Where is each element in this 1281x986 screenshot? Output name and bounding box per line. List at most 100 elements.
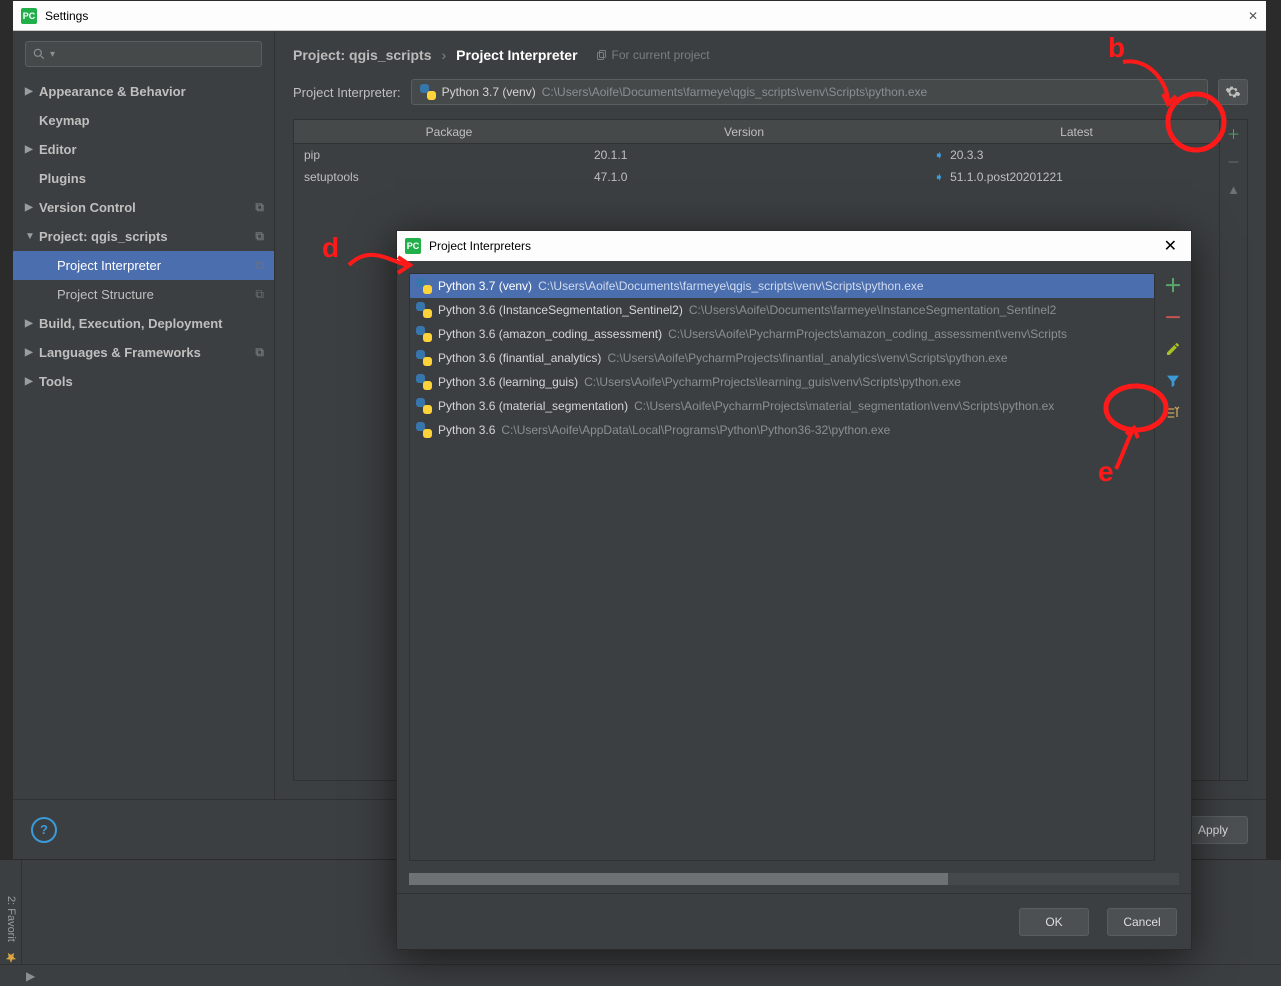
settings-tree: ▶Appearance & BehaviorKeymap▶EditorPlugi… [13,75,274,799]
interpreter-label: Project Interpreter: [293,85,401,100]
pi-title: Project Interpreters [429,239,1158,253]
expand-icon: ▶ [25,347,39,358]
pi-filter-button[interactable] [1163,371,1183,391]
pi-item-path: C:\Users\Aoife\PycharmProjects\amazon_co… [668,327,1067,341]
sidebar-item[interactable]: Project Interpreter⧉ [13,251,274,280]
sidebar-item[interactable]: ▼Project: qgis_scripts ⧉ [13,222,274,251]
expand-icon: ▶ [25,318,39,329]
pi-item-name: Python 3.6 (finantial_analytics) [438,351,601,365]
packages-col-version[interactable]: Version [594,125,894,139]
search-icon [32,47,46,61]
pi-item-path: C:\Users\Aoife\Documents\farmeye\qgis_sc… [538,279,924,293]
settings-sidebar: ▾ ▶Appearance & BehaviorKeymap▶EditorPlu… [13,31,275,799]
copy-icon: ⧉ [255,345,264,360]
sidebar-item[interactable]: Project Structure ⧉ [13,280,274,309]
python-icon [416,374,432,390]
settings-close-icon[interactable]: ✕ [1248,9,1258,23]
python-icon [416,278,432,294]
sidebar-item[interactable]: ▶Languages & Frameworks ⧉ [13,338,274,367]
sidebar-item[interactable]: ▶Build, Execution, Deployment [13,309,274,338]
sidebar-item-label: Editor [39,142,77,157]
update-arrow-icon: ➧ [934,148,944,162]
interpreter-selected-name: Python 3.7 (venv) [442,85,536,99]
cell-latest: ➧20.3.3 [894,148,1219,162]
update-arrow-icon: ➧ [934,170,944,184]
cell-version: 20.1.1 [594,148,894,162]
interpreter-settings-button[interactable] [1218,79,1248,105]
pi-item-name: Python 3.6 (material_segmentation) [438,399,628,413]
pi-add-button[interactable]: ＋ [1163,275,1183,295]
favorites-tool-tab[interactable]: 2: Favorit [0,860,22,964]
cell-latest: ➧51.1.0.post20201221 [894,170,1219,184]
pi-list-item[interactable]: Python 3.6 (learning_guis)C:\Users\Aoife… [410,370,1154,394]
pycharm-icon: PC [21,8,37,24]
python-icon [416,326,432,342]
pi-list-item[interactable]: Python 3.6 (InstanceSegmentation_Sentine… [410,298,1154,322]
upgrade-package-button[interactable]: ▲ [1225,180,1243,198]
sidebar-item-label: Build, Execution, Deployment [39,316,222,331]
breadcrumb-project: Project: qgis_scripts [293,47,432,63]
interpreter-selected-path: C:\Users\Aoife\Documents\farmeye\qgis_sc… [542,85,928,99]
expand-icon: ▶ [25,144,39,155]
pycharm-icon: PC [405,238,421,254]
packages-col-latest[interactable]: Latest [894,125,1219,139]
settings-search-input[interactable]: ▾ [25,41,262,67]
sidebar-item[interactable]: Keymap [13,106,274,135]
copy-icon: ⧉ [255,287,264,302]
sidebar-item-label: Project Structure [57,287,154,302]
pi-list-item[interactable]: Python 3.6 (amazon_coding_assessment)C:\… [410,322,1154,346]
pi-footer: OK Cancel [397,893,1191,949]
copy-icon: ⧉ [255,229,264,244]
pi-edit-button[interactable] [1163,339,1183,359]
pi-item-name: Python 3.6 (learning_guis) [438,375,578,389]
sidebar-item[interactable]: ▶Appearance & Behavior [13,77,274,106]
table-row[interactable]: pip20.1.1➧20.3.3 [294,144,1219,166]
python-icon [416,350,432,366]
pi-item-path: C:\Users\Aoife\Documents\farmeye\Instanc… [689,303,1057,317]
sidebar-item[interactable]: ▶Tools [13,367,274,396]
sidebar-item-label: Keymap [39,113,90,128]
pi-show-paths-button[interactable] [1163,403,1183,423]
sidebar-item-label: Version Control [39,200,136,215]
project-interpreters-dialog: PC Project Interpreters ✕ Python 3.7 (ve… [396,230,1192,950]
interpreter-select[interactable]: Python 3.7 (venv) C:\Users\Aoife\Documen… [411,79,1208,105]
pi-interpreter-list[interactable]: Python 3.7 (venv) C:\Users\Aoife\Document… [409,273,1155,861]
pi-item-path: C:\Users\Aoife\PycharmProjects\finantial… [607,351,1007,365]
expand-icon: ▶ [25,86,39,97]
sidebar-item-label: Project: qgis_scripts [39,229,168,244]
help-button[interactable]: ? [31,817,57,843]
sidebar-item-label: Tools [39,374,73,389]
sidebar-item[interactable]: Plugins [13,164,274,193]
pi-item-name: Python 3.7 (venv) [438,279,532,293]
add-package-button[interactable]: ＋ [1225,124,1243,142]
pi-item-name: Python 3.6 [438,423,495,437]
pi-item-path: C:\Users\Aoife\PycharmProjects\material_… [634,399,1054,413]
pi-cancel-button[interactable]: Cancel [1107,908,1177,936]
settings-titlebar: PC Settings ✕ [13,1,1266,31]
pi-close-icon[interactable]: ✕ [1158,236,1183,256]
pi-list-item[interactable]: Python 3.6 (material_segmentation) C:\Use… [410,394,1154,418]
packages-col-package[interactable]: Package [294,125,594,139]
pi-item-path: C:\Users\Aoife\AppData\Local\Programs\Py… [501,423,890,437]
table-row[interactable]: setuptools47.1.0➧51.1.0.post20201221 [294,166,1219,188]
sidebar-item-label: Languages & Frameworks [39,345,201,360]
pi-remove-button[interactable]: － [1163,307,1183,327]
sidebar-item[interactable]: ▶Editor [13,135,274,164]
python-icon [416,398,432,414]
sidebar-item[interactable]: ▶Version Control⧉ [13,193,274,222]
pi-list-item[interactable]: Python 3.7 (venv) C:\Users\Aoife\Document… [410,274,1154,298]
remove-package-button[interactable]: － [1225,152,1243,170]
python-icon [416,302,432,318]
pi-ok-button[interactable]: OK [1019,908,1089,936]
pi-horizontal-scrollbar[interactable] [409,873,1179,885]
pi-list-item[interactable]: Python 3.6 C:\Users\Aoife\AppData\Local\P… [410,418,1154,442]
breadcrumb-page: Project Interpreter [456,47,577,63]
pi-side-toolbar: ＋ － [1155,273,1191,861]
run-icon[interactable]: ▶ [26,969,35,983]
expand-icon: ▼ [25,231,39,242]
cell-package: pip [294,148,594,162]
pi-list-item[interactable]: Python 3.6 (finantial_analytics) C:\Users… [410,346,1154,370]
breadcrumb-scope: For current project [596,48,710,62]
cell-package: setuptools [294,170,594,184]
python-icon [420,84,436,100]
